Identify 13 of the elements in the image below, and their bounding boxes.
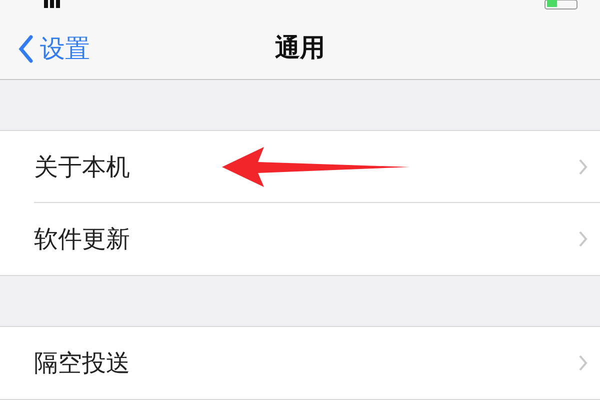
- chevron-right-icon: [578, 230, 588, 248]
- back-button[interactable]: 设置: [18, 32, 90, 66]
- chevron-left-icon: [18, 34, 34, 63]
- settings-row[interactable]: 关于本机: [0, 130, 600, 203]
- chevron-right-icon: [578, 354, 588, 372]
- settings-row[interactable]: 软件更新: [0, 202, 600, 275]
- row-label: 关于本机: [34, 152, 130, 183]
- row-label: 软件更新: [34, 224, 130, 255]
- row-label: 隔空投送: [34, 348, 130, 380]
- battery-icon: [544, 0, 580, 10]
- chevron-right-icon: [578, 158, 588, 176]
- page-title: 通用: [275, 32, 325, 64]
- settings-row[interactable]: 隔空投送: [0, 327, 600, 400]
